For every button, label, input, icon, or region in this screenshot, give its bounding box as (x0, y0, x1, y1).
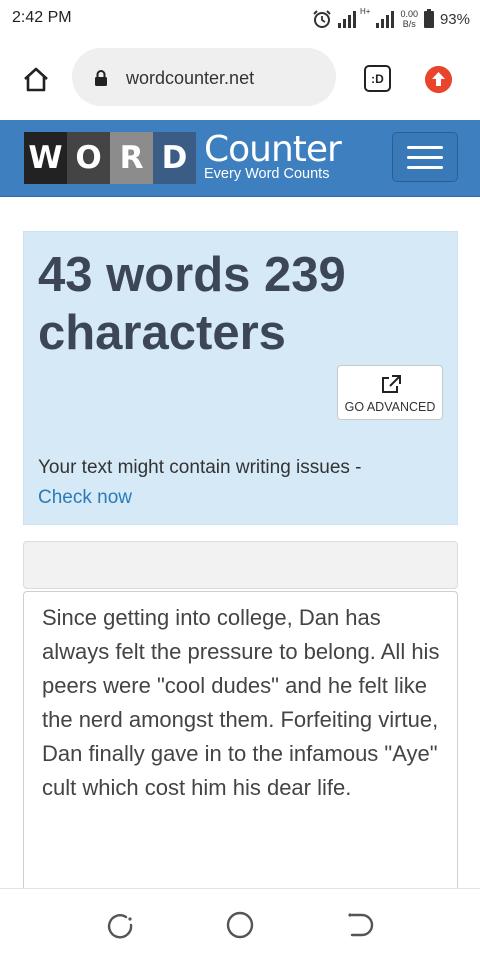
editor-toolbar (23, 541, 458, 589)
signal-strength-icon-2 (376, 10, 395, 28)
go-advanced-label: GO ADVANCED (344, 400, 436, 414)
tab-switcher-icon[interactable]: :D (364, 65, 391, 92)
text-editor[interactable]: Since getting into college, Dan has alwa… (23, 591, 458, 888)
home-circle-icon[interactable] (224, 909, 256, 941)
home-icon[interactable] (22, 66, 50, 92)
editor-text[interactable]: Since getting into college, Dan has alwa… (42, 601, 452, 805)
check-now-link[interactable]: Check now (38, 487, 132, 508)
address-bar[interactable]: wordcounter.net (72, 48, 336, 106)
logo-letter-w: W (24, 132, 67, 184)
net-speed-unit: B/s (402, 19, 416, 29)
battery-icon (423, 8, 434, 28)
word-character-count: 43 words 239 characters (38, 248, 346, 360)
logo-letter-d: D (153, 132, 196, 184)
battery-percent: 93% (439, 10, 470, 28)
logo-tagline: Every Word Counts (204, 166, 330, 182)
logo-word[interactable]: W O R D (24, 132, 196, 184)
logo-title: Counter (204, 129, 342, 170)
net-speed-value: 0.00 (400, 9, 418, 19)
upload-icon[interactable] (425, 66, 452, 93)
external-link-icon (382, 375, 401, 393)
back-icon[interactable] (344, 909, 376, 941)
go-advanced-button[interactable]: GO ADVANCED (337, 365, 443, 420)
logo-letter-o: O (67, 132, 110, 184)
system-nav-bar (0, 888, 480, 960)
network-type-label: H+ (359, 6, 371, 16)
net-speed: 0.00 B/s (400, 9, 418, 29)
url-text: wordcounter.net (126, 68, 255, 88)
status-time: 2:42 PM (12, 9, 72, 26)
signal-strength-icon-1 (337, 10, 356, 28)
recent-apps-icon[interactable] (104, 909, 136, 941)
logo-counter[interactable]: Counter Every Word Counts (204, 129, 342, 183)
logo-letter-r: R (110, 132, 153, 184)
writing-issues-notice: Your text might contain writing issues -… (38, 453, 438, 513)
site-header: W O R D Counter Every Word Counts (0, 120, 480, 197)
hamburger-menu-icon[interactable] (392, 132, 458, 182)
stats-panel: 43 words 239 characters GO ADVANCED Your… (23, 231, 458, 525)
status-bar: 2:42 PM H+ 0.00 B/s 93% (0, 0, 480, 38)
browser-toolbar: wordcounter.net :D (0, 38, 480, 120)
lock-icon (95, 70, 107, 86)
writing-issues-text: Your text might contain writing issues - (38, 457, 362, 478)
status-indicators: H+ 0.00 B/s 93% (312, 4, 470, 34)
alarm-icon (313, 10, 331, 28)
